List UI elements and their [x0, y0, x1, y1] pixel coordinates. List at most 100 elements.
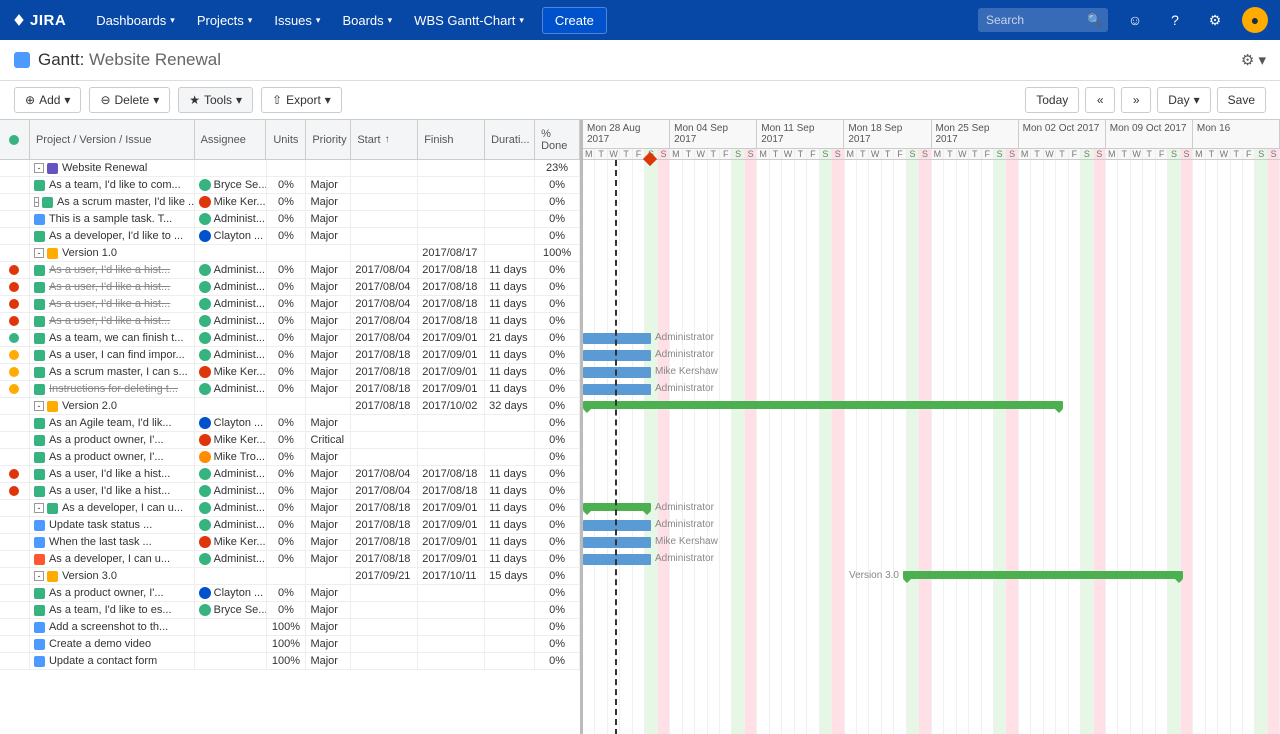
table-row[interactable]: As a product owner, I'...Clayton ...0%Ma… — [0, 585, 580, 602]
zoom-button[interactable]: Day ▾ — [1157, 87, 1210, 113]
next-button[interactable]: » — [1121, 87, 1151, 113]
start-value: 2017/08/18 — [355, 553, 410, 565]
table-row[interactable]: As an Agile team, I'd lik...Clayton ...0… — [0, 415, 580, 432]
table-row[interactable]: Instructions for deleting t...Administ..… — [0, 381, 580, 398]
table-row[interactable]: -Version 3.02017/09/212017/10/1115 days0… — [0, 568, 580, 585]
table-row[interactable]: As a user, I can find impor...Administ..… — [0, 347, 580, 364]
delete-button[interactable]: ⊖ Delete ▾ — [89, 87, 170, 113]
table-row[interactable]: As a user, I'd like a hist...Administ...… — [0, 279, 580, 296]
page-settings-icon[interactable]: ⚙ ▾ — [1241, 51, 1266, 69]
table-row[interactable]: Create a demo video100%Major0% — [0, 636, 580, 653]
col-finish[interactable]: Finish — [418, 120, 485, 159]
col-done[interactable]: % Done — [535, 120, 580, 159]
table-row[interactable]: As a team, I'd like to com...Bryce Se...… — [0, 177, 580, 194]
dur-value: 11 days — [489, 553, 527, 565]
col-assignee[interactable]: Assignee — [195, 120, 267, 159]
nav-wbs-gantt-chart[interactable]: WBS Gantt-Chart ▾ — [404, 7, 534, 34]
add-button[interactable]: ⊕ Add ▾ — [14, 87, 81, 113]
table-row[interactable]: As a team, we can finish t...Administ...… — [0, 330, 580, 347]
story-icon — [34, 316, 45, 327]
create-button[interactable]: Create — [542, 7, 607, 34]
table-row[interactable]: As a user, I'd like a hist...Administ...… — [0, 313, 580, 330]
table-row[interactable]: Update task status ...Administ...0%Major… — [0, 517, 580, 534]
gantt-bar[interactable]: Administrator — [583, 350, 651, 361]
settings-icon[interactable]: ⚙ — [1202, 7, 1228, 33]
assignee-avatar — [199, 281, 211, 293]
prio-value: Major — [310, 451, 338, 463]
col-issue[interactable]: Project / Version / Issue — [30, 120, 195, 159]
expand-toggle[interactable]: - — [34, 571, 44, 581]
table-row[interactable]: -Version 1.02017/08/17100% — [0, 245, 580, 262]
table-row[interactable]: As a team, I'd like to es...Bryce Se...0… — [0, 602, 580, 619]
gantt-bar[interactable]: Administrator — [583, 333, 651, 344]
today-button[interactable]: Today — [1025, 87, 1079, 113]
prio-value: Major — [310, 638, 338, 650]
table-row[interactable]: This is a sample task. T...Administ...0%… — [0, 211, 580, 228]
table-row[interactable]: As a product owner, I'...Mike Tro...0%Ma… — [0, 449, 580, 466]
save-button[interactable]: Save — [1217, 87, 1266, 113]
day-header: W — [869, 149, 881, 159]
jira-logo[interactable]: JIRA — [12, 12, 66, 29]
avatar[interactable]: ● — [1242, 7, 1268, 33]
expand-toggle[interactable]: - — [34, 401, 44, 411]
feedback-icon[interactable]: ☺ — [1122, 7, 1148, 33]
finish-value: 2017/09/01 — [422, 366, 477, 378]
nav-boards[interactable]: Boards ▾ — [332, 7, 402, 34]
help-icon[interactable]: ? — [1162, 7, 1188, 33]
expand-toggle[interactable]: - — [34, 163, 44, 173]
expand-toggle[interactable]: - — [34, 248, 44, 258]
prio-value: Major — [310, 383, 338, 395]
gantt-bar[interactable]: Administrator — [583, 520, 651, 531]
gantt-bar[interactable]: Version 3.0 — [903, 571, 1183, 579]
table-row[interactable]: -As a scrum master, I'd like ...Mike Ker… — [0, 194, 580, 211]
expand-toggle[interactable]: - — [34, 197, 39, 207]
day-header: S — [832, 149, 844, 159]
table-row[interactable]: -Website Renewal23% — [0, 160, 580, 177]
col-start[interactable]: Start↑ — [351, 120, 418, 159]
gantt-bar[interactable]: Administrator — [583, 554, 651, 565]
gantt-bar[interactable]: Mike Kershaw — [583, 537, 651, 548]
task-icon — [34, 537, 45, 548]
prio-value: Major — [310, 179, 338, 191]
units-value: 0% — [278, 417, 294, 429]
table-row[interactable]: As a user, I'd like a hist...Administ...… — [0, 466, 580, 483]
nav-dashboards[interactable]: Dashboards ▾ — [86, 7, 185, 34]
day-header: T — [1056, 149, 1068, 159]
nav-projects[interactable]: Projects ▾ — [187, 7, 263, 34]
day-header: T — [620, 149, 632, 159]
gantt-bar[interactable]: Mike Kershaw — [583, 367, 651, 378]
units-value: 0% — [278, 349, 294, 361]
table-row[interactable]: As a product owner, I'...Mike Ker...0%Cr… — [0, 432, 580, 449]
table-row[interactable]: As a user, I'd like a hist...Administ...… — [0, 296, 580, 313]
expand-toggle[interactable]: - — [34, 503, 44, 513]
table-row[interactable]: As a developer, I'd like to ...Clayton .… — [0, 228, 580, 245]
assignee-name: Administ... — [214, 315, 265, 327]
col-priority[interactable]: Priority — [306, 120, 351, 159]
table-row[interactable]: Add a screenshot to th...100%Major0% — [0, 619, 580, 636]
gantt-bar[interactable]: Administrator — [583, 384, 651, 395]
tools-button[interactable]: ★ Tools ▾ — [178, 87, 253, 113]
prev-button[interactable]: « — [1085, 87, 1115, 113]
finish-value: 2017/09/01 — [422, 553, 477, 565]
table-row[interactable]: When the last task ...Mike Ker...0%Major… — [0, 534, 580, 551]
story-icon — [34, 452, 45, 463]
col-units[interactable]: Units — [266, 120, 306, 159]
table-row[interactable]: As a scrum master, I can s...Mike Ker...… — [0, 364, 580, 381]
prio-value: Major — [310, 315, 338, 327]
table-row[interactable]: As a developer, I can u...Administ...0%M… — [0, 551, 580, 568]
start-value: 2017/08/18 — [355, 400, 410, 412]
table-row[interactable]: -Version 2.02017/08/182017/10/0232 days0… — [0, 398, 580, 415]
col-duration[interactable]: Durati... — [485, 120, 535, 159]
start-value: 2017/08/04 — [355, 281, 410, 293]
gantt-bar[interactable] — [583, 401, 1063, 409]
done-value: 0% — [549, 536, 565, 548]
table-row[interactable]: -As a developer, I can u...Administ...0%… — [0, 500, 580, 517]
col-status[interactable] — [0, 120, 30, 159]
gantt-bar[interactable]: Administrator — [583, 503, 651, 511]
table-row[interactable]: As a user, I'd like a hist...Administ...… — [0, 262, 580, 279]
table-row[interactable]: Update a contact form100%Major0% — [0, 653, 580, 670]
day-header: W — [608, 149, 620, 159]
export-button[interactable]: ⇧ Export ▾ — [261, 87, 342, 113]
nav-issues[interactable]: Issues ▾ — [264, 7, 330, 34]
table-row[interactable]: As a user, I'd like a hist...Administ...… — [0, 483, 580, 500]
